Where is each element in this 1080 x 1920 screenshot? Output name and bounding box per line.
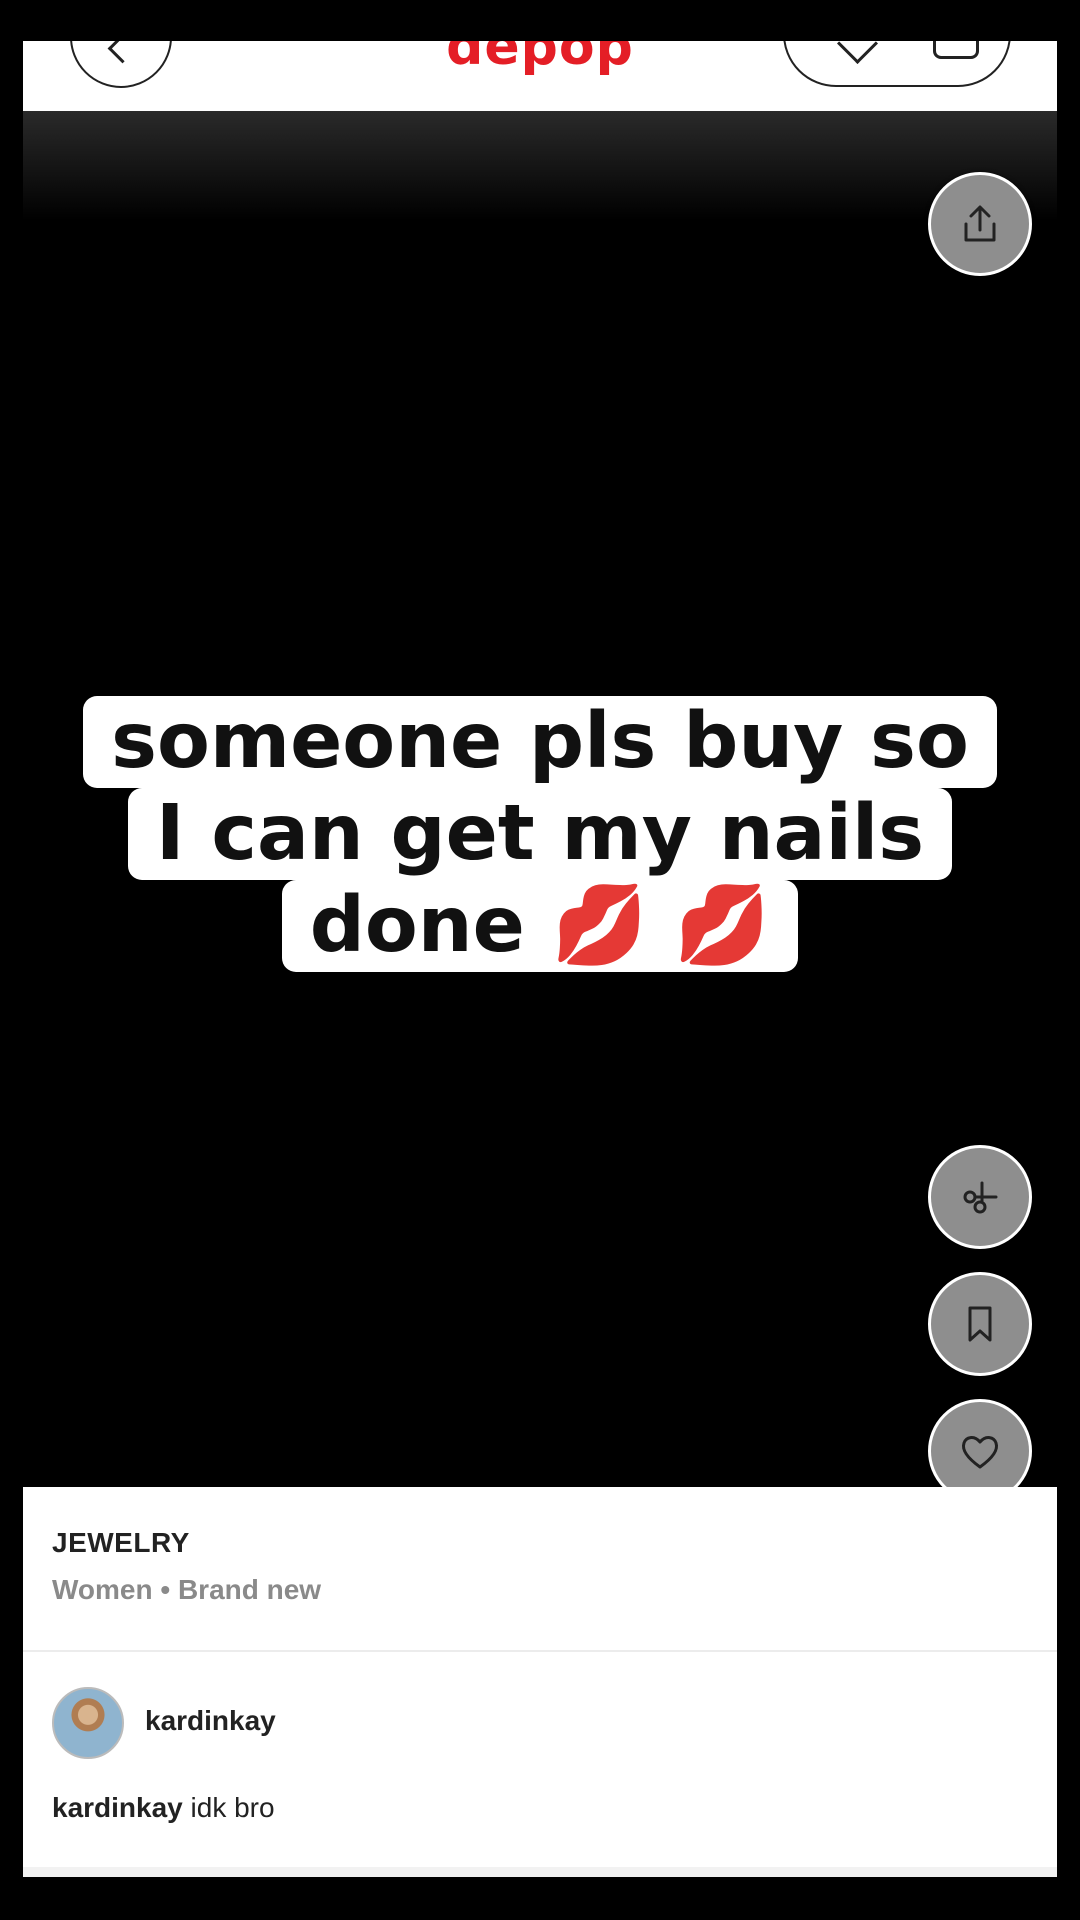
share-button[interactable]: [928, 172, 1032, 276]
share-icon: [964, 205, 996, 242]
caption-line-3: done 💋 💋: [281, 880, 799, 972]
description-username[interactable]: kardinkay: [52, 1792, 183, 1823]
top-nav-bar: depop: [23, 41, 1057, 111]
bottom-strip: [23, 1867, 1057, 1877]
save-button[interactable]: [928, 1272, 1032, 1376]
product-meta: Women • Brand new: [52, 1574, 322, 1605]
caption-line-1: someone pls buy so: [83, 696, 997, 788]
seller-avatar[interactable]: [52, 1687, 124, 1759]
bag-icon[interactable]: [933, 41, 979, 59]
seller-username[interactable]: kardinkay: [145, 1705, 276, 1737]
caption-line-2: I can get my nails: [127, 788, 953, 880]
product-media[interactable]: someone pls buy so I can get my nails do…: [23, 111, 1057, 1503]
heart-icon: [962, 1436, 998, 1469]
header-actions-pill[interactable]: [783, 41, 1011, 87]
product-info: JEWELRY Women • Brand new kardinkay kard…: [23, 1487, 1057, 1877]
cut-button[interactable]: [928, 1145, 1032, 1249]
scissors-icon: [963, 1181, 998, 1214]
caption-text: someone pls buy so I can get my nails do…: [23, 696, 1057, 972]
product-description: kardinkay idk bro: [52, 1792, 275, 1824]
description-text: idk bro: [190, 1792, 275, 1823]
bookmark-icon: [968, 1306, 992, 1342]
kiss-emoji: 💋 💋: [551, 881, 771, 970]
divider: [23, 1650, 1057, 1652]
media-top-fade: [23, 111, 1057, 221]
app-frame: depop someone pls buy so I can get my na…: [23, 41, 1057, 1877]
product-category[interactable]: JEWELRY: [52, 1527, 190, 1559]
tag-icon[interactable]: [836, 41, 879, 65]
